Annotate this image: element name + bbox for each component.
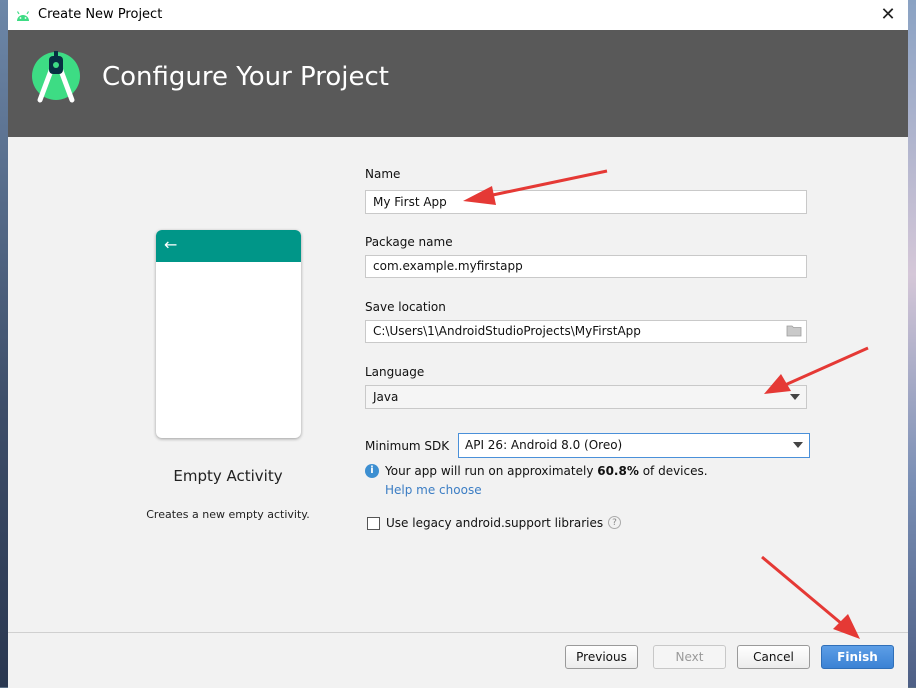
- cancel-button[interactable]: Cancel: [737, 645, 810, 669]
- coverage-percent: 60.8%: [597, 464, 639, 478]
- folder-icon[interactable]: [786, 324, 802, 337]
- header-banner: Configure Your Project: [8, 30, 908, 137]
- legacy-support-checkbox[interactable]: [367, 517, 380, 530]
- package-name-field[interactable]: com.example.myfirstapp: [365, 255, 807, 278]
- chevron-down-icon: [793, 442, 803, 448]
- minimum-sdk-label: Minimum SDK: [365, 439, 450, 453]
- next-button[interactable]: Next: [653, 645, 726, 669]
- legacy-support-label[interactable]: Use legacy android.support libraries: [386, 516, 603, 530]
- save-location-value: C:\Users\1\AndroidStudioProjects\MyFirst…: [373, 324, 641, 338]
- dialog-footer: Previous Next Cancel Finish: [8, 632, 908, 688]
- save-location-label: Save location: [365, 300, 446, 314]
- minimum-sdk-value: API 26: Android 8.0 (Oreo): [465, 438, 623, 452]
- language-value: Java: [373, 390, 399, 404]
- minimum-sdk-select[interactable]: API 26: Android 8.0 (Oreo): [458, 433, 810, 458]
- info-icon: i: [365, 464, 379, 478]
- desktop-background-left: [0, 0, 8, 687]
- close-button[interactable]: ✕: [868, 0, 908, 30]
- create-project-dialog: Create New Project ✕ Configure Your Proj…: [8, 0, 908, 688]
- save-location-field[interactable]: C:\Users\1\AndroidStudioProjects\MyFirst…: [365, 320, 807, 343]
- android-studio-logo-icon: [32, 51, 80, 103]
- help-me-choose-link[interactable]: Help me choose: [385, 483, 482, 497]
- title-bar: Create New Project ✕: [8, 0, 908, 30]
- chevron-down-icon: [790, 394, 800, 400]
- name-label: Name: [365, 167, 401, 181]
- template-name: Empty Activity: [173, 467, 283, 485]
- name-field[interactable]: My First App: [365, 190, 807, 214]
- package-name-label: Package name: [365, 235, 453, 249]
- window-title: Create New Project: [38, 7, 163, 22]
- desktop-background-right: [908, 0, 916, 687]
- page-title: Configure Your Project: [102, 62, 390, 92]
- preview-app-bar: ←: [156, 230, 301, 262]
- content-area: ← Empty Activity Creates a new empty act…: [8, 137, 908, 632]
- help-icon[interactable]: ?: [608, 516, 621, 529]
- android-icon: [16, 11, 30, 21]
- device-coverage-text: Your app will run on approximately 60.8%…: [385, 464, 708, 478]
- language-label: Language: [365, 365, 425, 379]
- finish-button[interactable]: Finish: [821, 645, 894, 669]
- previous-button[interactable]: Previous: [565, 645, 638, 669]
- back-arrow-icon: ←: [164, 235, 178, 254]
- activity-preview: ←: [156, 230, 301, 438]
- template-description: Creates a new empty activity.: [146, 508, 310, 521]
- language-select[interactable]: Java: [365, 385, 807, 409]
